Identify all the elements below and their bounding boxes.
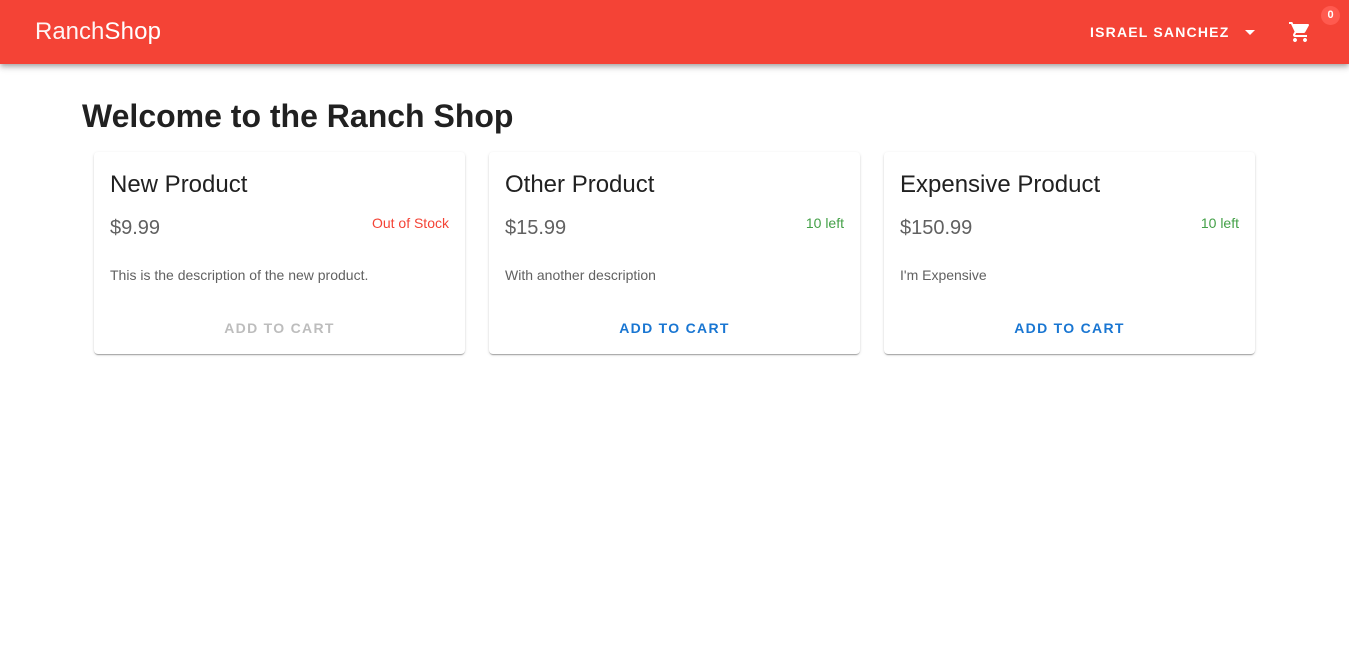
add-to-cart-button[interactable]: ADD TO CART <box>884 312 1255 344</box>
product-price: $150.99 <box>900 217 973 239</box>
product-card: Expensive Product $150.99 10 left I'm Ex… <box>884 152 1255 354</box>
brand-name-part-1: Ranch <box>35 18 105 45</box>
cart-button[interactable] <box>1284 16 1316 48</box>
user-name: ISRAEL SANCHEZ <box>1090 24 1230 40</box>
stock-status: 10 left <box>805 215 844 231</box>
add-to-cart-button[interactable]: ADD TO CART <box>489 312 860 344</box>
stock-status: Out of Stock <box>371 215 449 231</box>
product-card: New Product $9.99 Out of Stock This is t… <box>94 152 465 354</box>
product-description: This is the description of the new produ… <box>110 267 369 283</box>
product-description: I'm Expensive <box>900 267 987 283</box>
app-bar: RanchShop ISRAEL SANCHEZ 0 <box>0 0 1349 64</box>
product-description: With another description <box>505 267 656 283</box>
product-card: Other Product $15.99 10 left With anothe… <box>489 152 860 354</box>
stock-status: 10 left <box>1200 215 1239 231</box>
add-to-cart-button[interactable]: ADD TO CART <box>94 312 465 344</box>
brand-name-part-2: Shop <box>104 18 162 45</box>
product-title: Other Product <box>505 171 655 198</box>
shopping-cart-icon <box>1289 22 1310 42</box>
brand-logo[interactable]: RanchShop <box>35 18 161 46</box>
product-title: New Product <box>110 171 248 198</box>
cart-count-badge: 0 <box>1321 6 1340 25</box>
product-title: Expensive Product <box>900 171 1101 198</box>
product-price: $9.99 <box>110 217 161 239</box>
product-price: $15.99 <box>505 217 567 239</box>
page-title: Welcome to the Ranch Shop <box>82 98 514 134</box>
arrow-drop-down-icon <box>1245 30 1256 35</box>
user-menu-button[interactable]: ISRAEL SANCHEZ <box>1080 16 1265 48</box>
